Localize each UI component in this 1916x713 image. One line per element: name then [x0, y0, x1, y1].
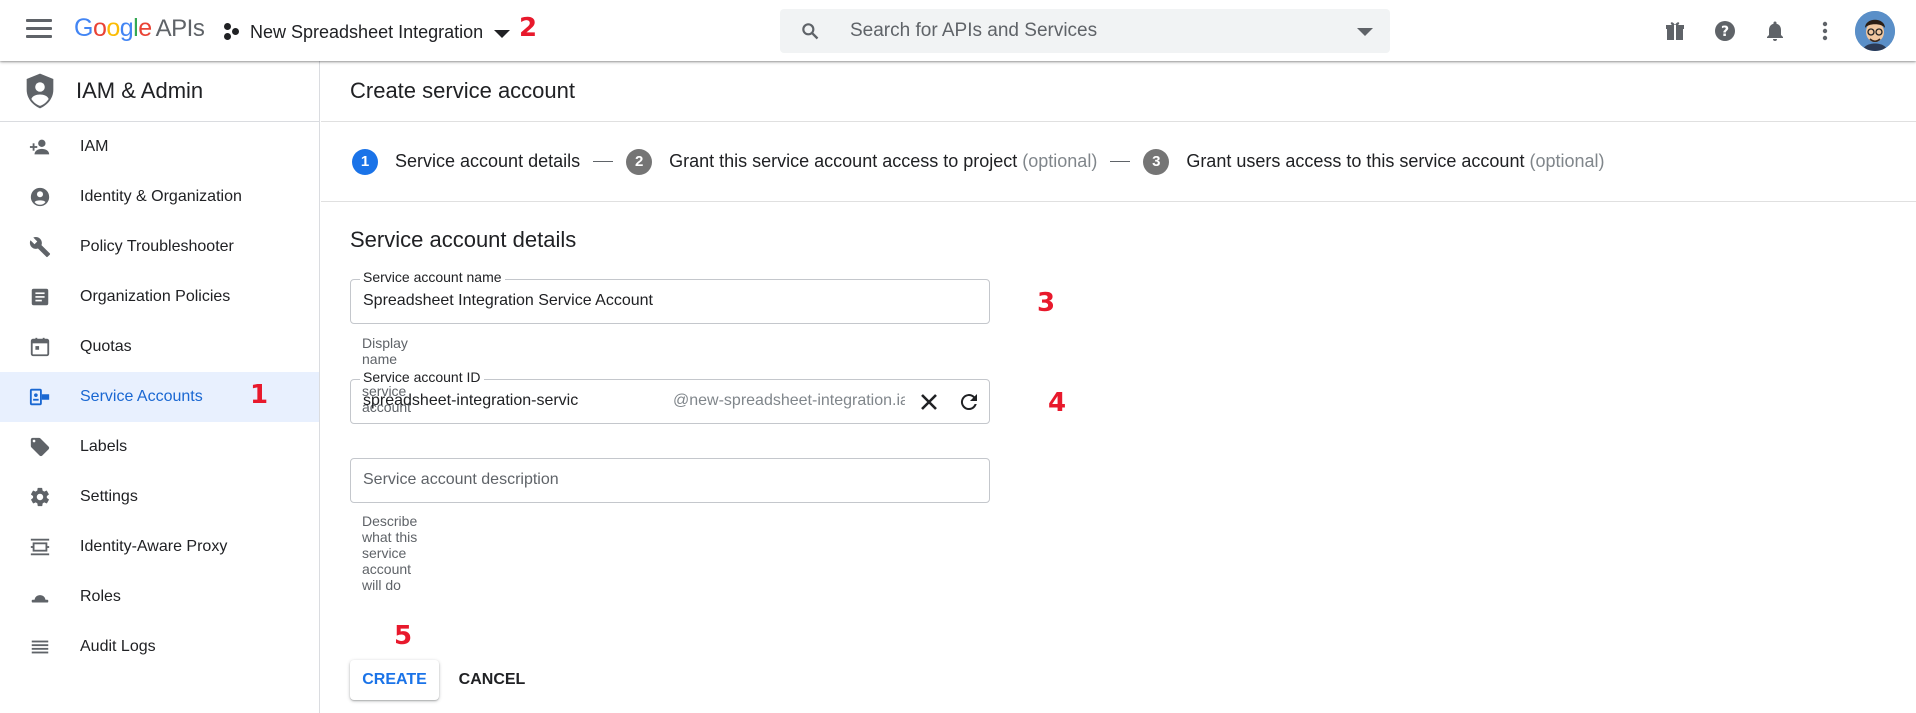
- service-account-description-input[interactable]: Service account description: [363, 471, 559, 489]
- step-divider: [593, 161, 614, 162]
- service-account-name-input[interactable]: Spreadsheet Integration Service Account: [363, 292, 653, 310]
- step-label: Grant users access to this service accou…: [1186, 151, 1525, 171]
- sidebar-item-organization-policies[interactable]: Organization Policies: [0, 272, 319, 322]
- step-optional: (optional): [1022, 151, 1098, 171]
- project-selector[interactable]: New Spreadsheet Integration: [224, 18, 511, 46]
- chevron-down-icon: [494, 29, 511, 38]
- sidebar-item-label: Settings: [80, 488, 138, 505]
- wrench-icon: [28, 235, 52, 259]
- section-title: Service account details: [350, 227, 577, 252]
- sidebar-header: IAM & Admin: [0, 61, 319, 122]
- sidebar-item-label: IAM: [80, 138, 109, 155]
- sidebar-item-iam[interactable]: IAM: [0, 122, 319, 172]
- sidebar-item-label: Identity-Aware Proxy: [80, 538, 228, 555]
- logo-apis-text: APIs: [155, 15, 205, 42]
- sidebar-item-label: Roles: [80, 588, 121, 605]
- page-header: Create service account: [321, 61, 1916, 122]
- more-vert-icon[interactable]: [1813, 19, 1837, 43]
- service-account-id-field[interactable]: Service account ID spreadsheet-integrati…: [350, 369, 990, 424]
- google-apis-logo[interactable]: Google APIs: [74, 14, 205, 43]
- sidebar-item-label: Identity & Organization: [80, 188, 242, 205]
- gear-icon: [28, 485, 52, 509]
- step-grant-users-access[interactable]: 3 Grant users access to this service acc…: [1143, 148, 1605, 175]
- step-service-account-details[interactable]: 1 Service account details: [352, 148, 581, 175]
- service-account-id-suffix: @new-spreadsheet-integration.iam.gservic…: [673, 392, 905, 409]
- shield-icon: [26, 73, 54, 109]
- help-icon[interactable]: ?: [1713, 19, 1737, 43]
- step-divider: [1110, 161, 1131, 162]
- sidebar-item-identity-organization[interactable]: Identity & Organization: [0, 172, 319, 222]
- cancel-button[interactable]: CANCEL: [449, 660, 535, 700]
- sidebar-item-identity-aware-proxy[interactable]: Identity-Aware Proxy: [0, 522, 319, 572]
- step-label: Grant this service account access to pro…: [669, 151, 1018, 171]
- service-account-name-field[interactable]: Service account name Spreadsheet Integra…: [350, 269, 990, 324]
- step-number: 2: [626, 148, 653, 175]
- sidebar-item-label: Quotas: [80, 338, 132, 355]
- project-icon: [224, 23, 242, 41]
- annotation-2: 2: [519, 13, 538, 43]
- calendar-icon: [28, 335, 52, 359]
- sidebar-item-label: Organization Policies: [80, 288, 231, 305]
- main-content: Create service account 1 Service account…: [321, 61, 1916, 713]
- sidebar-item-policy-troubleshooter[interactable]: Policy Troubleshooter: [0, 222, 319, 272]
- step-number: 3: [1143, 148, 1170, 175]
- search-dropdown-icon[interactable]: [1357, 28, 1373, 36]
- hat-icon: [28, 585, 52, 609]
- step-number: 1: [352, 148, 378, 175]
- sidebar-item-service-accounts[interactable]: Service Accounts 1: [0, 372, 319, 422]
- sidebar-item-label: Audit Logs: [80, 638, 156, 655]
- document-icon: [28, 285, 52, 309]
- person-add-icon: [28, 135, 52, 159]
- create-button[interactable]: CREATE: [350, 660, 439, 700]
- sidebar-item-roles[interactable]: Roles: [0, 572, 319, 622]
- field-label: Service account name: [360, 269, 505, 285]
- search-bar[interactable]: Search for APIs and Services: [780, 9, 1390, 53]
- sidebar-item-label: Labels: [80, 438, 128, 455]
- search-icon: [802, 23, 819, 40]
- sidebar-nav: IAM Identity & Organization Policy Troub…: [0, 122, 319, 672]
- sidebar-item-labels[interactable]: Labels: [0, 422, 319, 472]
- step-label: Service account details: [395, 151, 581, 171]
- step-grant-project-access[interactable]: 2 Grant this service account access to p…: [626, 148, 1098, 175]
- project-name: New Spreadsheet Integration: [250, 21, 484, 42]
- field-hint: Describe what this service account will …: [362, 513, 418, 593]
- menu-icon[interactable]: [26, 19, 52, 41]
- sidebar-item-audit-logs[interactable]: Audit Logs: [0, 622, 319, 672]
- svg-text:?: ?: [1721, 24, 1729, 40]
- annotation-5: 5: [394, 621, 413, 651]
- annotation-4: 4: [1048, 388, 1067, 418]
- page-title: Create service account: [350, 78, 575, 103]
- annotation-1: 1: [250, 380, 269, 410]
- sidebar-item-quotas[interactable]: Quotas: [0, 322, 319, 372]
- field-label: Service account ID: [360, 369, 484, 385]
- step-optional: (optional): [1529, 151, 1605, 171]
- service-account-icon: [28, 385, 52, 409]
- service-account-id-input[interactable]: spreadsheet-integration-servic: [363, 392, 578, 410]
- notifications-icon[interactable]: [1763, 19, 1787, 43]
- tag-icon: [28, 435, 52, 459]
- proxy-icon: [28, 535, 52, 559]
- sidebar-item-settings[interactable]: Settings: [0, 472, 319, 522]
- stepper: 1 Service account details 2 Grant this s…: [321, 122, 1916, 202]
- avatar[interactable]: [1855, 11, 1895, 51]
- sidebar: IAM & Admin IAM Identity & Organization …: [0, 61, 320, 713]
- clear-icon[interactable]: [917, 390, 941, 414]
- search-input[interactable]: Search for APIs and Services: [850, 20, 1097, 42]
- account-circle-icon: [28, 185, 52, 209]
- top-app-bar: Google APIs New Spreadsheet Integration 2…: [0, 0, 1916, 61]
- service-account-description-field[interactable]: Service account description: [350, 458, 990, 503]
- gift-icon[interactable]: [1663, 19, 1687, 43]
- refresh-icon[interactable]: [957, 390, 981, 414]
- annotation-3: 3: [1037, 288, 1056, 318]
- list-icon: [28, 635, 52, 659]
- sidebar-item-label: Policy Troubleshooter: [80, 238, 234, 255]
- sidebar-item-label: Service Accounts: [80, 388, 203, 405]
- sidebar-title: IAM & Admin: [76, 78, 204, 103]
